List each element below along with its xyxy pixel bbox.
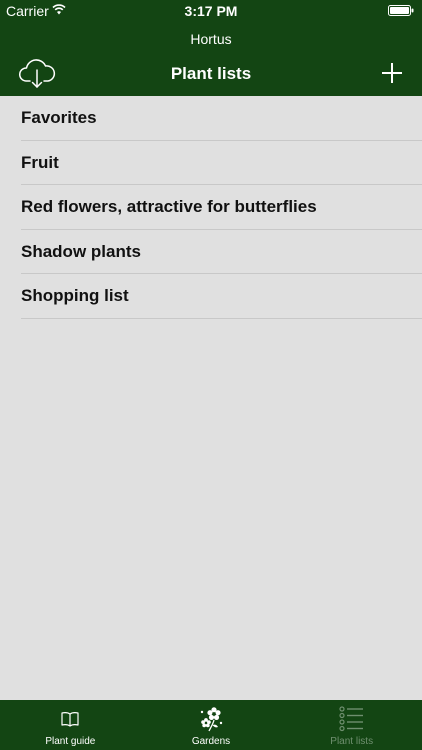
list-item-shopping-list[interactable]: Shopping list xyxy=(0,274,422,319)
list-item-shadow-plants[interactable]: Shadow plants xyxy=(0,230,422,275)
plant-lists: Favorites Fruit Red flowers, attractive … xyxy=(0,96,422,319)
list-icon xyxy=(339,706,363,732)
status-bar: Carrier 3:17 PM xyxy=(0,0,422,22)
app-title: Hortus xyxy=(190,31,232,47)
list-item-fruit[interactable]: Fruit xyxy=(0,141,422,186)
flowers-icon xyxy=(200,707,223,732)
app-screen: Carrier 3:17 PM Hortus Plant lists Favor… xyxy=(0,0,422,750)
list-item-favorites[interactable]: Favorites xyxy=(0,96,422,141)
list-item-label: Shopping list xyxy=(21,286,129,305)
list-item-label: Fruit xyxy=(21,152,59,172)
tab-plant-lists[interactable]: Plant lists xyxy=(281,700,422,750)
tab-label: Plant lists xyxy=(330,736,374,747)
clock-label: 3:17 PM xyxy=(184,3,238,19)
tab-gardens[interactable]: Gardens xyxy=(141,700,282,750)
battery-icon xyxy=(388,5,414,16)
plus-icon[interactable] xyxy=(380,61,404,85)
page-title: Plant lists xyxy=(170,64,252,83)
header: Carrier 3:17 PM Hortus Plant lists xyxy=(0,0,422,96)
tab-plant-guide[interactable]: Plant guide xyxy=(0,700,141,750)
list-item-red-flowers[interactable]: Red flowers, attractive for butterflies xyxy=(0,185,422,230)
tab-bar: Plant guide Gardens Plant lists xyxy=(0,700,422,750)
tab-label: Gardens xyxy=(191,736,231,747)
list-item-label: Red flowers, attractive for butterflies xyxy=(21,197,317,216)
list-item-label: Shadow plants xyxy=(21,241,141,261)
book-icon xyxy=(61,712,79,727)
list-item-label: Favorites xyxy=(21,108,97,127)
tab-label: Plant guide xyxy=(45,736,96,747)
